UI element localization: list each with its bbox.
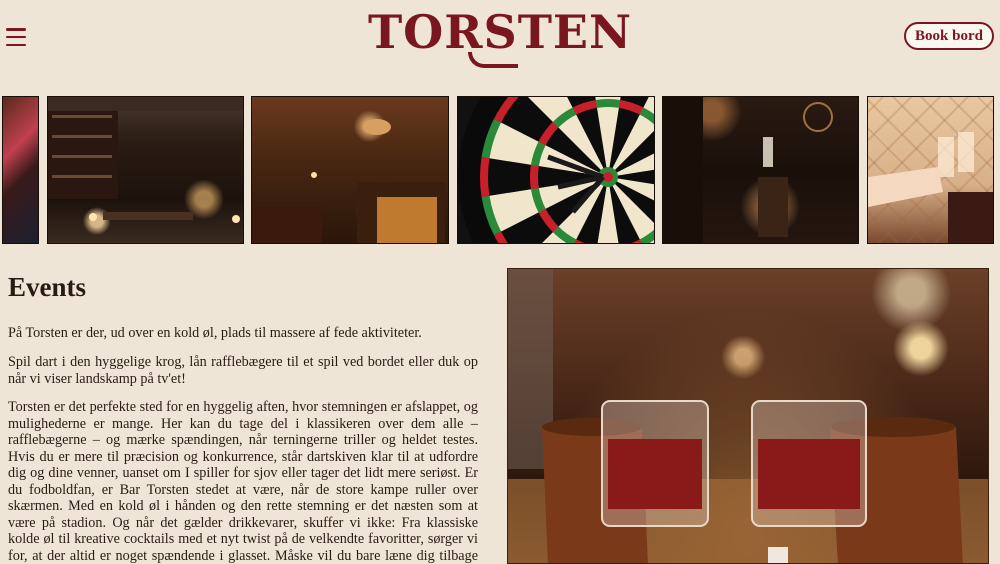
dartboard-icon [458,97,654,243]
toast-illustration [868,132,993,243]
dartboard-bull-inner [603,172,613,182]
bar-illustration [663,97,833,243]
gallery-photo-dartboard[interactable] [457,96,655,244]
gallery-photo-library[interactable] [47,96,244,244]
gallery-photo-cocktail[interactable] [2,96,39,244]
site-logo[interactable]: TORSTEN [0,2,1000,68]
cocktail-dice-illustration [508,269,988,563]
fireplace-illustration [252,119,445,243]
gallery-photo-bar-taps[interactable] [662,96,859,244]
logo-text: TORSTEN [367,5,633,59]
site-header: TORSTEN Book bord [0,0,1000,80]
events-heading: Events [8,272,87,302]
gallery-photo-fireplace[interactable] [251,96,449,244]
events-description: Torsten er det perfekte sted for en hygg… [8,399,478,564]
book-table-button[interactable]: Book bord [904,22,994,50]
events-activities: Spil dart i den hyggelige krog, lån raff… [8,354,478,387]
library-illustration [48,97,243,223]
logo-flourish [468,52,518,68]
events-intro: På Torsten er der, ud over en kold øl, p… [8,325,422,341]
gallery-photo-toast[interactable] [867,96,994,244]
photo-gallery[interactable] [0,96,1000,244]
events-photo-cocktails-dice [507,268,989,564]
